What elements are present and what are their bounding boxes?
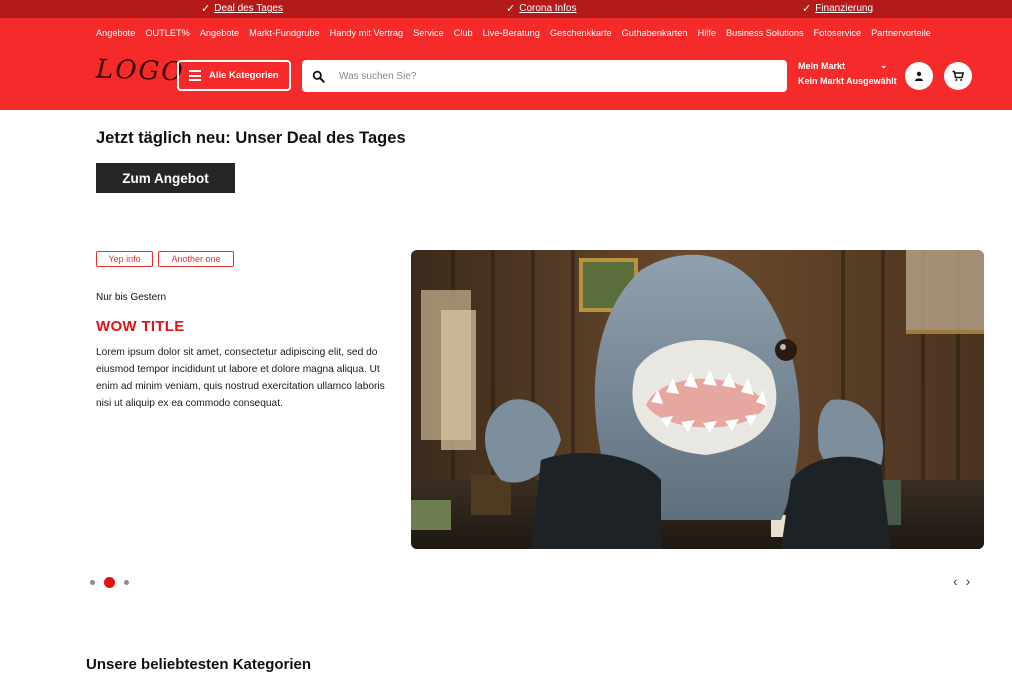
user-icon bbox=[915, 71, 923, 81]
site-logo[interactable]: LOGO bbox=[96, 54, 186, 87]
nav-link-live-beratung[interactable]: Live-Beratung bbox=[483, 28, 540, 38]
nav-link-geschenkkarte[interactable]: Geschenkkarte bbox=[550, 28, 612, 38]
tag-yep-info[interactable]: Yep info bbox=[96, 251, 153, 267]
tag-another-one[interactable]: Another one bbox=[158, 251, 234, 267]
carousel-dot-1[interactable] bbox=[90, 580, 95, 585]
menu-icon bbox=[189, 70, 201, 81]
carousel-dot-3[interactable] bbox=[124, 580, 129, 585]
slide-description: Lorem ipsum dolor sit amet, consectetur … bbox=[96, 347, 385, 409]
all-categories-label: Alle Kategorien bbox=[209, 70, 279, 81]
nav-link-business-solutions[interactable]: Business Solutions bbox=[726, 28, 804, 38]
chevron-down-icon: ⌄ bbox=[880, 60, 888, 70]
nav-link-service[interactable]: Service bbox=[413, 28, 444, 38]
search-input[interactable] bbox=[339, 70, 769, 82]
deal-cta-button[interactable]: Zum Angebot bbox=[96, 163, 235, 193]
nav-link-hilfe[interactable]: Hilfe bbox=[698, 28, 716, 38]
carousel-dots bbox=[90, 577, 129, 588]
deal-title: Jetzt täglich neu: Unser Deal des Tages bbox=[96, 129, 406, 147]
nav-link-angebote-2[interactable]: Angebote bbox=[200, 28, 239, 38]
topbar-link-corona[interactable]: Corona Infos bbox=[519, 3, 576, 14]
nav-link-club[interactable]: Club bbox=[454, 28, 473, 38]
check-icon: ✓ bbox=[506, 2, 516, 15]
categories-title: Unsere beliebtesten Kategorien bbox=[86, 656, 312, 673]
nav-link-angebote[interactable]: Angebote bbox=[96, 28, 135, 38]
topbar-item-corona[interactable]: ✓ Corona Infos bbox=[506, 3, 576, 14]
carousel-arrows: ‹ › bbox=[953, 573, 970, 589]
account-button[interactable] bbox=[905, 62, 933, 90]
carousel-dot-2[interactable] bbox=[104, 577, 115, 588]
slide-tags: Yep info Another one bbox=[96, 251, 234, 267]
market-selector[interactable]: Mein Markt Kein Markt Ausgewählt ⌄ bbox=[798, 59, 897, 89]
nav-link-markt-fundgrube[interactable]: Markt-Fundgrube bbox=[249, 28, 319, 38]
slide-kicker: Nur bis Gestern bbox=[96, 292, 167, 303]
topbar-item-deal[interactable]: ✓ Deal des Tages bbox=[201, 3, 283, 14]
cart-button[interactable] bbox=[944, 62, 972, 90]
nav-link-partnervorteile[interactable]: Partnervorteile bbox=[871, 28, 931, 38]
site-header: Angebote OUTLET% Angebote Markt-Fundgrub… bbox=[0, 18, 1012, 110]
topbar-link-deal[interactable]: Deal des Tages bbox=[214, 3, 283, 14]
slide-title: WOW TITLE bbox=[96, 318, 185, 335]
search-bar[interactable] bbox=[302, 60, 787, 92]
topbar-item-finanzierung[interactable]: ✓ Finanzierung bbox=[802, 3, 873, 14]
nav-link-outlet[interactable]: OUTLET% bbox=[145, 28, 189, 38]
cart-icon bbox=[952, 70, 964, 81]
search-icon[interactable] bbox=[312, 70, 325, 83]
nav-link-fotoservice[interactable]: Fotoservice bbox=[814, 28, 862, 38]
chevron-right-icon[interactable]: › bbox=[966, 573, 971, 589]
all-categories-button[interactable]: Alle Kategorien bbox=[177, 60, 291, 91]
market-subtitle: Kein Markt Ausgewählt bbox=[798, 76, 897, 86]
main-nav: Angebote OUTLET% Angebote Markt-Fundgrub… bbox=[96, 28, 931, 38]
hero-image[interactable] bbox=[411, 250, 984, 549]
nav-link-guthabenkarten[interactable]: Guthabenkarten bbox=[622, 28, 688, 38]
topbar-link-finanzierung[interactable]: Finanzierung bbox=[815, 3, 873, 14]
chevron-left-icon[interactable]: ‹ bbox=[953, 573, 958, 589]
check-icon: ✓ bbox=[802, 2, 812, 15]
nav-link-handy-vertrag[interactable]: Handy mit Vertrag bbox=[330, 28, 404, 38]
check-icon: ✓ bbox=[201, 2, 211, 15]
top-info-bar: ✓ Deal des Tages ✓ Corona Infos ✓ Finanz… bbox=[0, 0, 1012, 18]
